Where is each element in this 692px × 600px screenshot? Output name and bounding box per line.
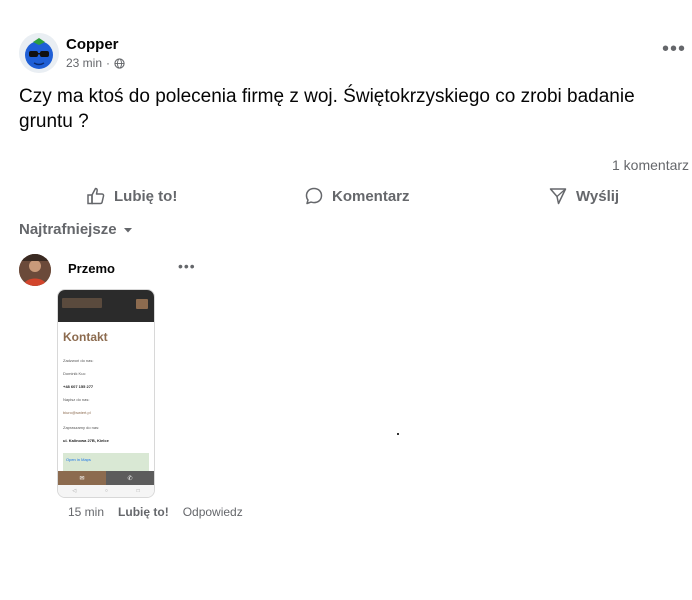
comment-label: Komentarz [332, 187, 410, 205]
share-button[interactable]: Wyślij [548, 184, 619, 208]
sort-label: Najtrafniejsze [19, 221, 117, 238]
post-meta: 23 min · [66, 56, 125, 70]
post-options-button[interactable]: ••• [662, 38, 686, 61]
commenter-avatar[interactable] [19, 254, 51, 286]
send-icon [549, 188, 567, 205]
phone-icon: ✆ [106, 471, 154, 485]
comment-author[interactable]: Przemo [68, 261, 115, 276]
comment-options-button[interactable]: ••• [178, 258, 196, 274]
nav-back-icon: ◁ [72, 488, 77, 494]
attachment-map-label: Open in Maps [66, 457, 91, 462]
nav-recent-icon: □ [136, 488, 140, 494]
attachment-text-3: Napisz do nas: [63, 397, 90, 402]
attachment-phone: +48 607 155 277 [63, 384, 94, 389]
post-text: Czy ma ktoś do polecenia firmę z woj. Św… [19, 86, 635, 132]
comment-count[interactable]: 1 komentarz [612, 157, 689, 173]
attachment-contact-bar: ✉ ✆ [58, 471, 154, 485]
avatar-blueberry-icon [19, 33, 59, 73]
attachment-email: biuro@swiert.pl [63, 410, 91, 415]
attachment-address: ul. Kalinowa 27B, Kielce [63, 438, 109, 443]
avatar-photo-icon [19, 254, 51, 286]
comment-button[interactable]: Komentarz [304, 184, 410, 208]
comment-bubble-icon [305, 187, 323, 205]
stray-dot [397, 433, 399, 435]
comment-time[interactable]: 15 min [68, 505, 104, 519]
comment-like-button[interactable]: Lubię to! [118, 505, 169, 519]
attachment-nav-bar: ◁ ○ □ [58, 485, 154, 497]
attachment-text-1: Zadzwoń do nas: [63, 358, 94, 363]
comment-sort-dropdown[interactable]: Najtrafniejsze [19, 221, 133, 238]
dot-separator: · [106, 56, 111, 70]
attachment-title: Kontakt [63, 330, 108, 344]
thumbs-up-icon [87, 187, 105, 205]
attachment-map: Open in Maps [63, 453, 149, 471]
like-button[interactable]: Lubię to! [86, 184, 177, 208]
comment-reply-button[interactable]: Odpowiedz [183, 505, 243, 519]
author-avatar[interactable] [19, 33, 59, 73]
globe-icon [114, 57, 125, 69]
mail-icon: ✉ [58, 471, 106, 485]
comment-actions: 15 min Lubię to! Odpowiedz [68, 505, 243, 519]
caret-down-icon [123, 227, 132, 232]
like-label: Lubię to! [114, 187, 178, 205]
post-time[interactable]: 23 min [66, 56, 102, 70]
attachment-site-header [58, 290, 154, 322]
attachment-text-4: Zapraszamy do nas: [63, 425, 100, 430]
post-author[interactable]: Copper [66, 36, 119, 53]
nav-home-icon: ○ [104, 488, 108, 494]
comment-image-attachment[interactable]: Kontakt Zadzwoń do nas: Dominik Kuc +48 … [57, 289, 155, 498]
share-label: Wyślij [576, 187, 620, 205]
attachment-text-2: Dominik Kuc [63, 371, 86, 376]
